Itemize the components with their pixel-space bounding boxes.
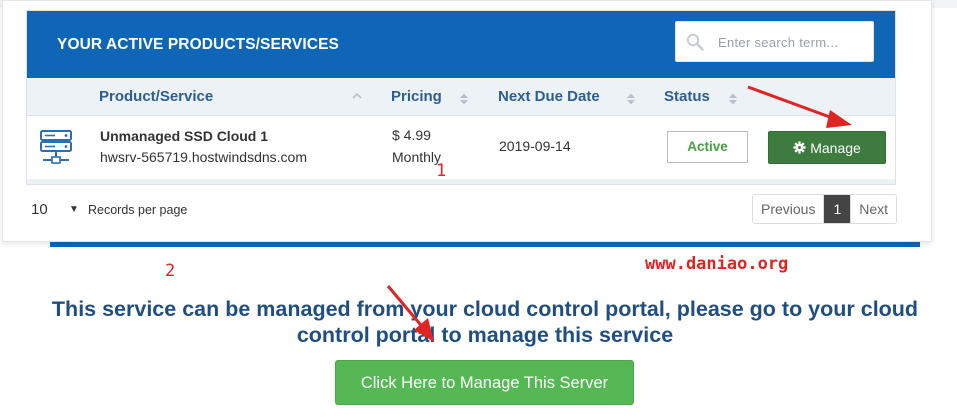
annotation-arrow-2 [386, 285, 434, 342]
page: YOUR ACTIVE PRODUCTS/SERVICES Product/Se… [0, 0, 957, 419]
annotation-arrow-1 [747, 85, 852, 128]
annotation-arrows [386, 85, 852, 342]
